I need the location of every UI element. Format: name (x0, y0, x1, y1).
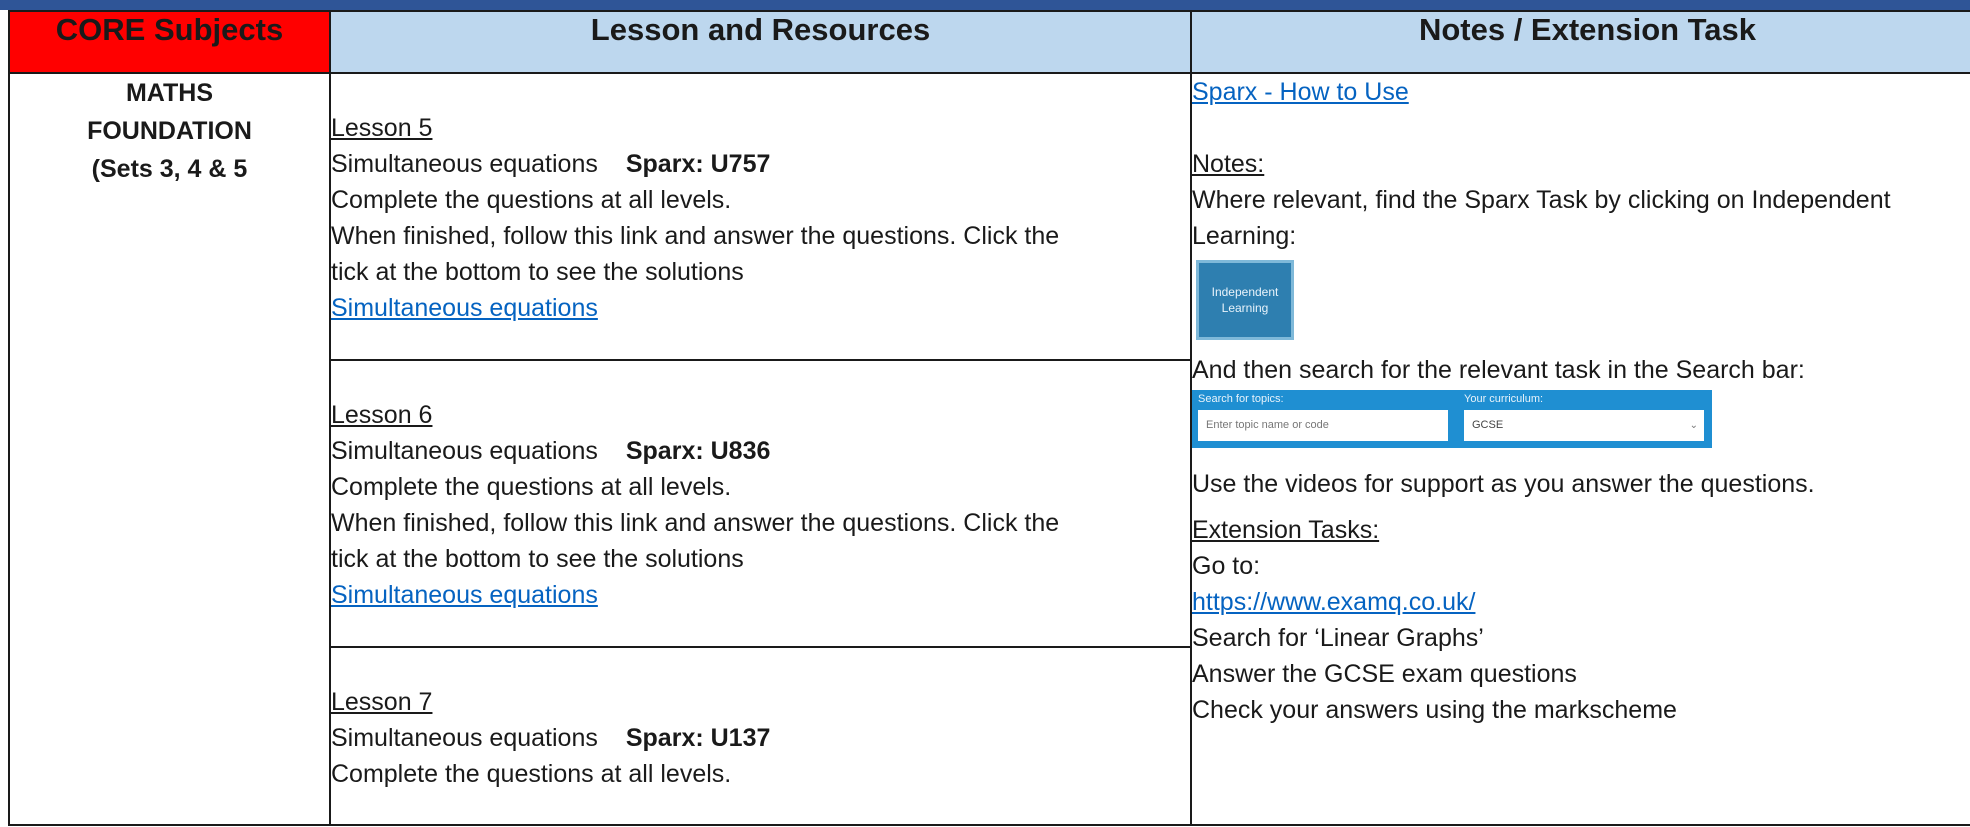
header-row: CORE Subjects Lesson and Resources Notes… (8, 10, 1970, 74)
simultaneous-equations-link[interactable]: Simultaneous equations (331, 294, 598, 322)
lesson-topic-line: Simultaneous equations Sparx: U836 (331, 433, 1190, 469)
lesson-title: Lesson 5 (331, 114, 433, 142)
extension-line-2: Answer the GCSE exam questions (1192, 660, 1577, 688)
subject-line-3: (Sets 3, 4 & 5 (91, 155, 248, 183)
lesson-followup-1: When finished, follow this link and answ… (331, 509, 1060, 537)
timetable-grid: CORE Subjects Lesson and Resources Notes… (8, 10, 1970, 826)
lesson-cell-6: Lesson 6 Simultaneous equations Sparx: U8… (329, 359, 1192, 648)
extension-line-1: Search for ‘Linear Graphs’ (1192, 624, 1484, 652)
lesson-title: Lesson 7 (331, 688, 433, 716)
curriculum-select-image: GCSE ⌄ (1464, 410, 1704, 441)
lesson-row-5: MATHS FOUNDATION (Sets 3, 4 & 5 Lesson 5… (8, 72, 1970, 826)
lesson-followup-2: tick at the bottom to see the solutions (331, 258, 744, 286)
search-topics-label: Search for topics: (1198, 393, 1284, 405)
sparx-how-to-use-link[interactable]: Sparx - How to Use (1192, 78, 1409, 106)
subject-cell: MATHS FOUNDATION (Sets 3, 4 & 5 (8, 72, 331, 826)
notes-heading: Notes: (1192, 150, 1265, 178)
lesson-topic-line: Simultaneous equations Sparx: U137 (331, 720, 1190, 756)
header-lesson-resources: Lesson and Resources (329, 10, 1192, 74)
extension-heading: Extension Tasks: (1192, 516, 1380, 544)
sparx-code: Sparx: U836 (625, 437, 771, 465)
chevron-down-icon: ⌄ (1689, 420, 1698, 431)
search-topic-input-image: Enter topic name or code (1198, 410, 1448, 441)
lesson-cell-7: Lesson 7 Simultaneous equations Sparx: U1… (329, 646, 1192, 826)
subject-line-1: MATHS (125, 79, 214, 107)
independent-learning-button-image: Independent Learning (1196, 260, 1294, 340)
videos-line: Use the videos for support as you answer… (1192, 470, 1815, 498)
top-bar (0, 0, 1970, 10)
goto-line: Go to: (1192, 552, 1261, 580)
curriculum-value: GCSE (1472, 419, 1504, 431)
simultaneous-equations-link[interactable]: Simultaneous equations (331, 581, 598, 609)
sparx-code: Sparx: U757 (625, 150, 771, 178)
lesson-followup-2: tick at the bottom to see the solutions (331, 545, 744, 573)
lesson-topic: Simultaneous equations (331, 150, 598, 178)
search-instruction: And then search for the relevant task in… (1192, 356, 1805, 384)
lesson-topic: Simultaneous equations (331, 724, 598, 752)
lesson-instruction: Complete the questions at all levels. (331, 473, 732, 501)
sparx-code: Sparx: U137 (625, 724, 771, 752)
lesson-topic-line: Simultaneous equations Sparx: U757 (331, 146, 1190, 182)
lesson-topic: Simultaneous equations (331, 437, 598, 465)
il-button-line-1: Independent (1211, 285, 1279, 299)
lesson-title: Lesson 6 (331, 401, 433, 429)
notes-line-2: Learning: (1192, 222, 1297, 250)
header-core-subjects: CORE Subjects (8, 10, 331, 74)
lesson-instruction: Complete the questions at all levels. (331, 186, 732, 214)
lesson-followup-1: When finished, follow this link and answ… (331, 222, 1060, 250)
notes-cell: Sparx - How to Use Notes: Where relevant… (1190, 72, 1970, 826)
search-bar-image: Search for topics: Your curriculum: Ente… (1192, 390, 1712, 448)
examq-link[interactable]: https://www.examq.co.uk/ (1192, 588, 1475, 616)
extension-line-3: Check your answers using the markscheme (1192, 696, 1677, 724)
il-button-line-2: Learning (1221, 301, 1269, 315)
notes-line-1: Where relevant, find the Sparx Task by c… (1192, 186, 1891, 214)
curriculum-label: Your curriculum: (1464, 393, 1544, 405)
lesson-cell-5: Lesson 5 Simultaneous equations Sparx: U7… (329, 72, 1192, 361)
header-notes-extension: Notes / Extension Task (1190, 10, 1970, 74)
subject-line-2: FOUNDATION (87, 117, 252, 145)
lesson-instruction: Complete the questions at all levels. (331, 760, 732, 788)
